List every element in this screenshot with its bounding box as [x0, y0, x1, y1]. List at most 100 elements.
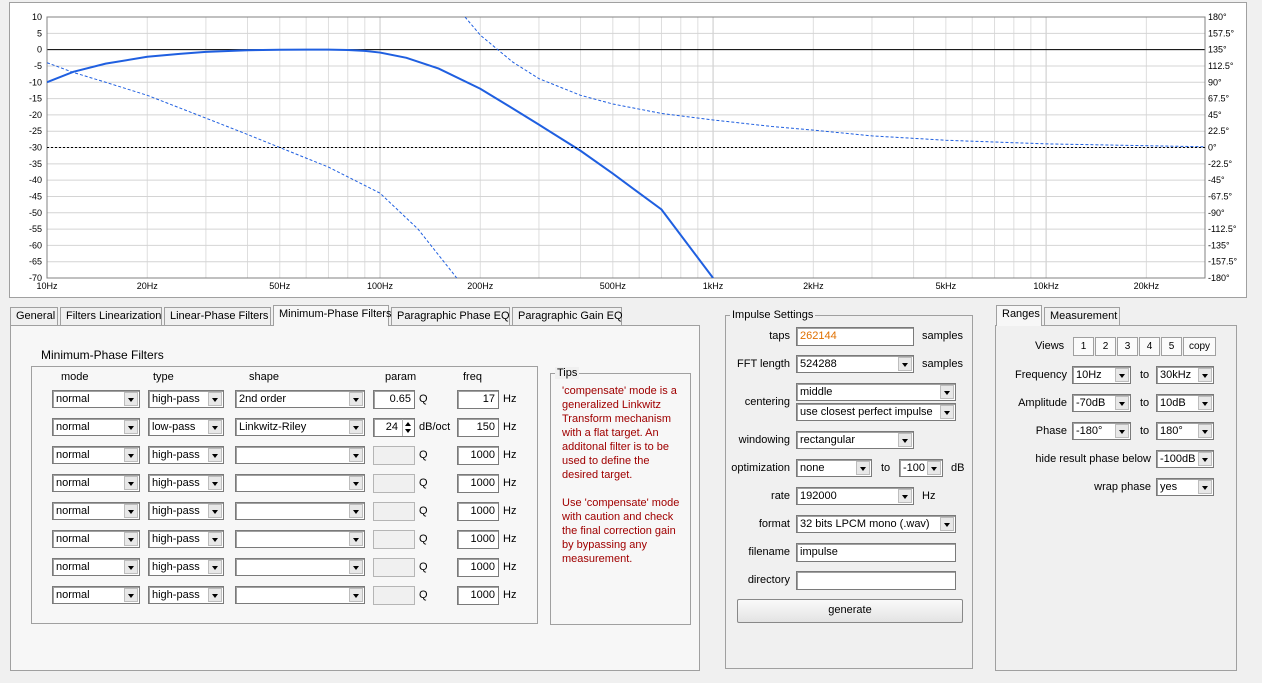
freq-unit: Hz	[503, 449, 517, 461]
y2-tick-label: -45°	[1208, 175, 1225, 185]
param-input[interactable]	[373, 474, 415, 493]
rate-label: rate	[771, 490, 790, 502]
tab-paragraphic-gain-eq[interactable]: Paragraphic Gain EQ	[512, 307, 623, 325]
generate-button[interactable]: generate	[737, 599, 963, 623]
mode-select[interactable]: normal	[52, 502, 140, 520]
tab-paragraphic-phase-eq[interactable]: Paragraphic Phase EQ	[391, 307, 510, 325]
filename-input[interactable]: impulse	[796, 543, 956, 562]
taps-input[interactable]: 262144	[796, 327, 914, 346]
tips-line: the final correction gain	[562, 525, 676, 537]
chevron-down-icon	[349, 504, 363, 518]
wrap-phase-select[interactable]: yes	[1156, 478, 1214, 496]
optimization-value: none	[800, 462, 825, 474]
shape-select[interactable]: Linkwitz-Riley	[235, 418, 365, 436]
type-select[interactable]: high-pass	[148, 446, 224, 464]
amplitude-to-label: to	[1140, 397, 1150, 409]
freq-unit: Hz	[503, 393, 517, 405]
shape-select[interactable]	[235, 586, 365, 604]
directory-input[interactable]	[796, 571, 956, 590]
param-input[interactable]	[373, 558, 415, 577]
tab-minimum-phase-filters[interactable]: Minimum-Phase Filters	[273, 305, 391, 326]
freq-input[interactable]: 150	[457, 418, 499, 437]
mode-value: normal	[56, 477, 90, 489]
freq-input[interactable]: 1000	[457, 502, 499, 521]
view-4-button[interactable]: 4	[1139, 337, 1160, 356]
freq-input[interactable]: 1000	[457, 446, 499, 465]
mode-select[interactable]: normal	[52, 530, 140, 548]
y-tick-label: -45	[29, 191, 42, 201]
windowing-select[interactable]: rectangular	[796, 431, 914, 449]
chevron-down-icon	[208, 448, 222, 462]
param-input[interactable]	[373, 502, 415, 521]
type-select[interactable]: low-pass	[148, 418, 224, 436]
freq-input[interactable]: 1000	[457, 586, 499, 605]
centering-select[interactable]: middle	[796, 383, 956, 401]
tab-general[interactable]: General	[10, 307, 58, 325]
shape-select[interactable]	[235, 558, 365, 576]
shape-select[interactable]	[235, 530, 365, 548]
spinner-icon[interactable]	[402, 419, 414, 436]
y2-tick-label: 45°	[1208, 110, 1222, 120]
shape-select[interactable]	[235, 474, 365, 492]
shape-select[interactable]	[235, 502, 365, 520]
type-select[interactable]: high-pass	[148, 474, 224, 492]
freq-input[interactable]: 1000	[457, 474, 499, 493]
chevron-down-icon	[1198, 396, 1212, 410]
optimization-db-select[interactable]: -100	[899, 459, 943, 477]
tab-filters-linearization[interactable]: Filters Linearization	[60, 307, 162, 325]
windowing-value: rectangular	[800, 434, 856, 446]
y2-tick-label: 0°	[1208, 143, 1217, 153]
param-input[interactable]	[373, 530, 415, 549]
tab-linear-phase-filters[interactable]: Linear-Phase Filters	[164, 307, 271, 325]
param-input[interactable]	[373, 446, 415, 465]
fft-length-select[interactable]: 524288	[796, 355, 914, 373]
optimization-select[interactable]: none	[796, 459, 872, 477]
type-select[interactable]: high-pass	[148, 390, 224, 408]
type-value: low-pass	[152, 421, 196, 433]
freq-input[interactable]: 1000	[457, 530, 499, 549]
freq-input[interactable]: 17	[457, 390, 499, 409]
phase-to-select[interactable]: 180°	[1156, 422, 1214, 440]
mode-select[interactable]: normal	[52, 558, 140, 576]
amplitude-label: Amplitude	[1018, 397, 1067, 409]
tab-measurement[interactable]: Measurement	[1044, 307, 1120, 325]
mode-select[interactable]: normal	[52, 586, 140, 604]
view-1-button[interactable]: 1	[1073, 337, 1094, 356]
mode-select[interactable]: normal	[52, 474, 140, 492]
param-stepper[interactable]: 24	[373, 418, 415, 437]
amplitude-to-select[interactable]: 10dB	[1156, 394, 1214, 412]
view-3-button[interactable]: 3	[1117, 337, 1138, 356]
mode-value: normal	[56, 421, 90, 433]
tab-ranges[interactable]: Ranges	[996, 305, 1042, 326]
phase-from-select[interactable]: -180°	[1072, 422, 1131, 440]
type-select[interactable]: high-pass	[148, 586, 224, 604]
rate-select[interactable]: 192000	[796, 487, 914, 505]
amplitude-from-select[interactable]: -70dB	[1072, 394, 1131, 412]
hide-phase-select[interactable]: -100dB	[1156, 450, 1214, 468]
freq-input[interactable]: 1000	[457, 558, 499, 577]
optimization-db-value: -100	[903, 462, 926, 474]
type-select[interactable]: high-pass	[148, 502, 224, 520]
view-2-button[interactable]: 2	[1095, 337, 1116, 356]
shape-select[interactable]	[235, 446, 365, 464]
param-input[interactable]	[373, 586, 415, 605]
format-select[interactable]: 32 bits LPCM mono (.wav)	[796, 515, 956, 533]
copy-button[interactable]: copy	[1183, 337, 1216, 356]
shape-select[interactable]: 2nd order	[235, 390, 365, 408]
mode-select[interactable]: normal	[52, 390, 140, 408]
mode-select[interactable]: normal	[52, 446, 140, 464]
type-value: high-pass	[152, 393, 200, 405]
chevron-down-icon	[1115, 424, 1129, 438]
centering-label: centering	[744, 396, 790, 408]
type-value: high-pass	[152, 505, 200, 517]
param-input[interactable]: 0.65	[373, 390, 415, 409]
frequency-from-select[interactable]: 10Hz	[1072, 366, 1131, 384]
centering-mode-select[interactable]: use closest perfect impulse	[796, 403, 956, 421]
frequency-to-select[interactable]: 30kHz	[1156, 366, 1214, 384]
mode-select[interactable]: normal	[52, 418, 140, 436]
chevron-down-icon	[349, 420, 363, 434]
type-select[interactable]: high-pass	[148, 530, 224, 548]
type-select[interactable]: high-pass	[148, 558, 224, 576]
view-5-button[interactable]: 5	[1161, 337, 1182, 356]
y-tick-label: -40	[29, 175, 42, 185]
